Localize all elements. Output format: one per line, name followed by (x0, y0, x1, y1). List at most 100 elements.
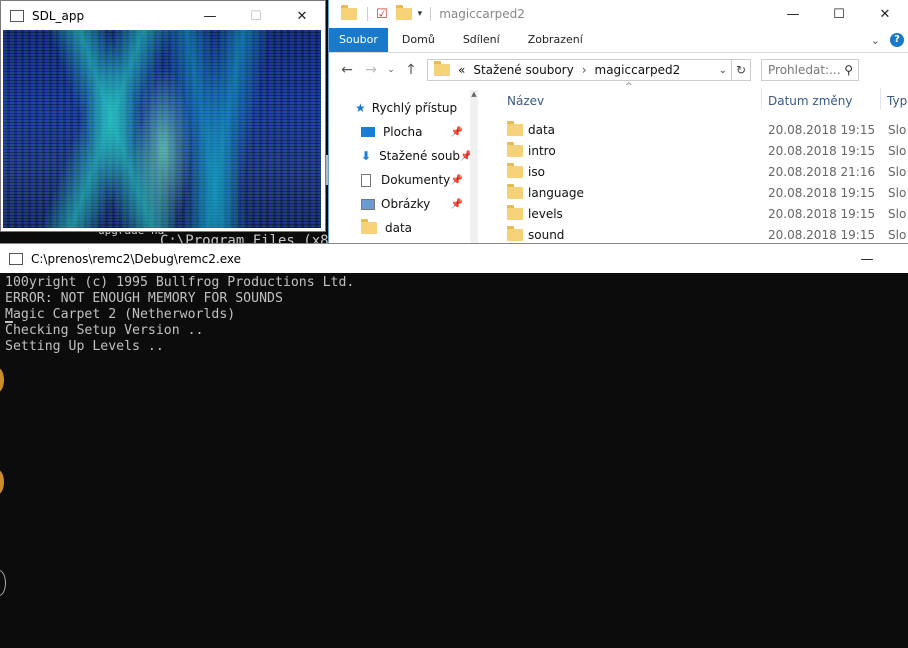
pin-icon[interactable]: 📌 (451, 175, 463, 186)
nav-item-label: Obrázky (381, 197, 431, 211)
navigation-pane: ★ Rychlý přístup Plocha 📌 ⬇ Stažené soub… (329, 96, 473, 240)
file-date: 20.08.2018 21:16 (768, 164, 876, 179)
text-cursor (5, 321, 13, 323)
nav-item-downloads[interactable]: ⬇ Stažené soub 📌 (329, 144, 473, 168)
nav-item-pictures[interactable]: Obrázky 📌 (329, 192, 469, 216)
folder-icon (507, 120, 523, 136)
game-render-canvas[interactable] (3, 30, 321, 228)
console-output[interactable]: 100yright (c) 1995 Bullfrog Productions … (0, 273, 908, 648)
separator (367, 7, 368, 21)
search-box[interactable]: Prohledat:... ⚲ (761, 59, 859, 81)
file-row[interactable]: levels 20.08.2018 19:15 Slo (507, 203, 908, 224)
nav-item-data[interactable]: data (329, 216, 469, 240)
app-window-icon (10, 10, 24, 22)
nav-item-documents[interactable]: Dokumenty 📌 (329, 168, 469, 192)
file-date: 20.08.2018 19:15 (768, 206, 876, 221)
close-button[interactable]: ✕ (862, 0, 908, 29)
maximize-button[interactable]: ☐ (816, 0, 862, 29)
folder-icon (507, 183, 523, 199)
sort-ascending-icon: ^ (625, 82, 633, 92)
quick-access-toolbar-dropdown-icon[interactable]: ▾ (418, 9, 423, 19)
file-name: sound (528, 227, 565, 242)
recent-locations-icon[interactable]: ⌄ (383, 65, 399, 75)
console-titlebar[interactable]: C:\prenos\remc2\Debug\remc2.exe — (0, 244, 908, 274)
properties-icon[interactable]: ☑ (376, 7, 388, 22)
search-icon[interactable]: ⚲ (844, 63, 853, 77)
explorer-titlebar[interactable]: ☑ ▾ magiccarped2 — ☐ ✕ (329, 0, 908, 28)
console-window-title: C:\prenos\remc2\Debug\remc2.exe (31, 252, 241, 266)
expand-ribbon-icon[interactable]: ⌄ (871, 34, 880, 47)
file-row[interactable]: sound 20.08.2018 19:15 Slo (507, 224, 908, 243)
file-type: Slo (888, 185, 907, 200)
file-date: 20.08.2018 19:15 (768, 185, 876, 200)
breadcrumb-separator[interactable]: › (582, 63, 587, 77)
new-folder-icon[interactable] (395, 5, 412, 20)
file-type: Slo (888, 164, 907, 179)
refresh-icon[interactable]: ↻ (731, 60, 750, 80)
explorer-window-title: magiccarped2 (439, 7, 525, 21)
ribbon-tabs: Soubor Domů Sdílení Zobrazení ⌄ ? (329, 28, 908, 53)
sdl-titlebar[interactable]: SDL_app — ☐ ✕ (1, 1, 325, 31)
address-dropdown-icon[interactable]: ⌄ (719, 65, 727, 76)
folder-icon (341, 5, 357, 20)
console-line: ERROR: NOT ENOUGH MEMORY FOR SOUNDS (5, 291, 283, 306)
minimize-button[interactable]: — (187, 1, 233, 31)
separator (430, 7, 432, 21)
folder-icon (507, 204, 523, 220)
breadcrumb-downloads[interactable]: Stažené soubory (473, 63, 573, 77)
close-button[interactable]: ✕ (279, 1, 325, 31)
file-row[interactable]: data 20.08.2018 19:15 Slo (507, 119, 908, 140)
file-name: levels (528, 206, 563, 221)
address-bar-row: ← → ⌄ ↑ « Stažené soubory › magiccarped2… (329, 53, 908, 87)
column-divider[interactable] (761, 88, 762, 110)
scroll-up-icon[interactable]: ▲ (470, 90, 478, 104)
help-icon[interactable]: ? (890, 33, 904, 47)
column-header-type[interactable]: Typ (887, 94, 907, 108)
nav-item-desktop[interactable]: Plocha 📌 (329, 120, 469, 144)
pin-icon[interactable]: 📌 (451, 127, 463, 138)
desktop-icon (361, 127, 375, 137)
breadcrumb-overflow[interactable]: « (458, 63, 465, 77)
minimize-button[interactable]: — (844, 244, 890, 274)
folder-icon (507, 141, 523, 157)
file-date: 20.08.2018 19:15 (768, 143, 876, 158)
column-divider[interactable] (880, 88, 881, 110)
console-line: Setting Up Levels .. (5, 339, 164, 354)
nav-item-label: data (385, 221, 413, 235)
maximize-button[interactable]: ☐ (233, 1, 279, 31)
file-date: 20.08.2018 19:15 (768, 122, 876, 137)
console-line: Magic Carpet 2 (Netherworlds) (5, 307, 236, 322)
nav-item-label: Stažené soub (379, 149, 461, 163)
folder-icon (434, 61, 450, 76)
forward-arrow-icon[interactable]: → (359, 62, 383, 78)
file-type: Slo (888, 227, 907, 242)
nav-item-label: Plocha (383, 125, 423, 139)
file-explorer-window[interactable]: ☑ ▾ magiccarped2 — ☐ ✕ Soubor Domů Sdíle… (328, 0, 908, 243)
tab-soubor[interactable]: Soubor (329, 28, 388, 52)
file-name: iso (528, 164, 545, 179)
nav-item-quick-access[interactable]: ★ Rychlý přístup (329, 96, 469, 120)
address-bar[interactable]: « Stažené soubory › magiccarped2 ⌄ ↻ (427, 59, 751, 81)
search-input[interactable]: Prohledat:... (762, 63, 844, 77)
document-icon (361, 173, 371, 187)
nav-scrollbar[interactable]: ▲ (470, 90, 478, 243)
tab-sdileni[interactable]: Sdílení (449, 28, 514, 52)
pin-icon[interactable]: 📌 (451, 199, 463, 210)
up-arrow-icon[interactable]: ↑ (399, 62, 423, 78)
tab-domu[interactable]: Domů (388, 28, 449, 52)
breadcrumb-current[interactable]: magiccarped2 (595, 63, 719, 77)
file-name: intro (528, 143, 556, 158)
console-line: 100yright (c) 1995 Bullfrog Productions … (5, 275, 355, 290)
pictures-icon (361, 198, 375, 210)
column-header-date[interactable]: Datum změny (768, 94, 853, 108)
minimize-button[interactable]: — (770, 0, 816, 29)
file-row[interactable]: intro 20.08.2018 19:15 Slo (507, 140, 908, 161)
file-row[interactable]: language 20.08.2018 19:15 Slo (507, 182, 908, 203)
file-type: Slo (888, 143, 907, 158)
column-header-name[interactable]: Název (507, 94, 544, 108)
console-window-icon (9, 253, 23, 265)
back-arrow-icon[interactable]: ← (335, 62, 359, 78)
folder-icon (361, 219, 377, 234)
tab-zobrazeni[interactable]: Zobrazení (514, 28, 597, 52)
file-row[interactable]: iso 20.08.2018 21:16 Slo (507, 161, 908, 182)
